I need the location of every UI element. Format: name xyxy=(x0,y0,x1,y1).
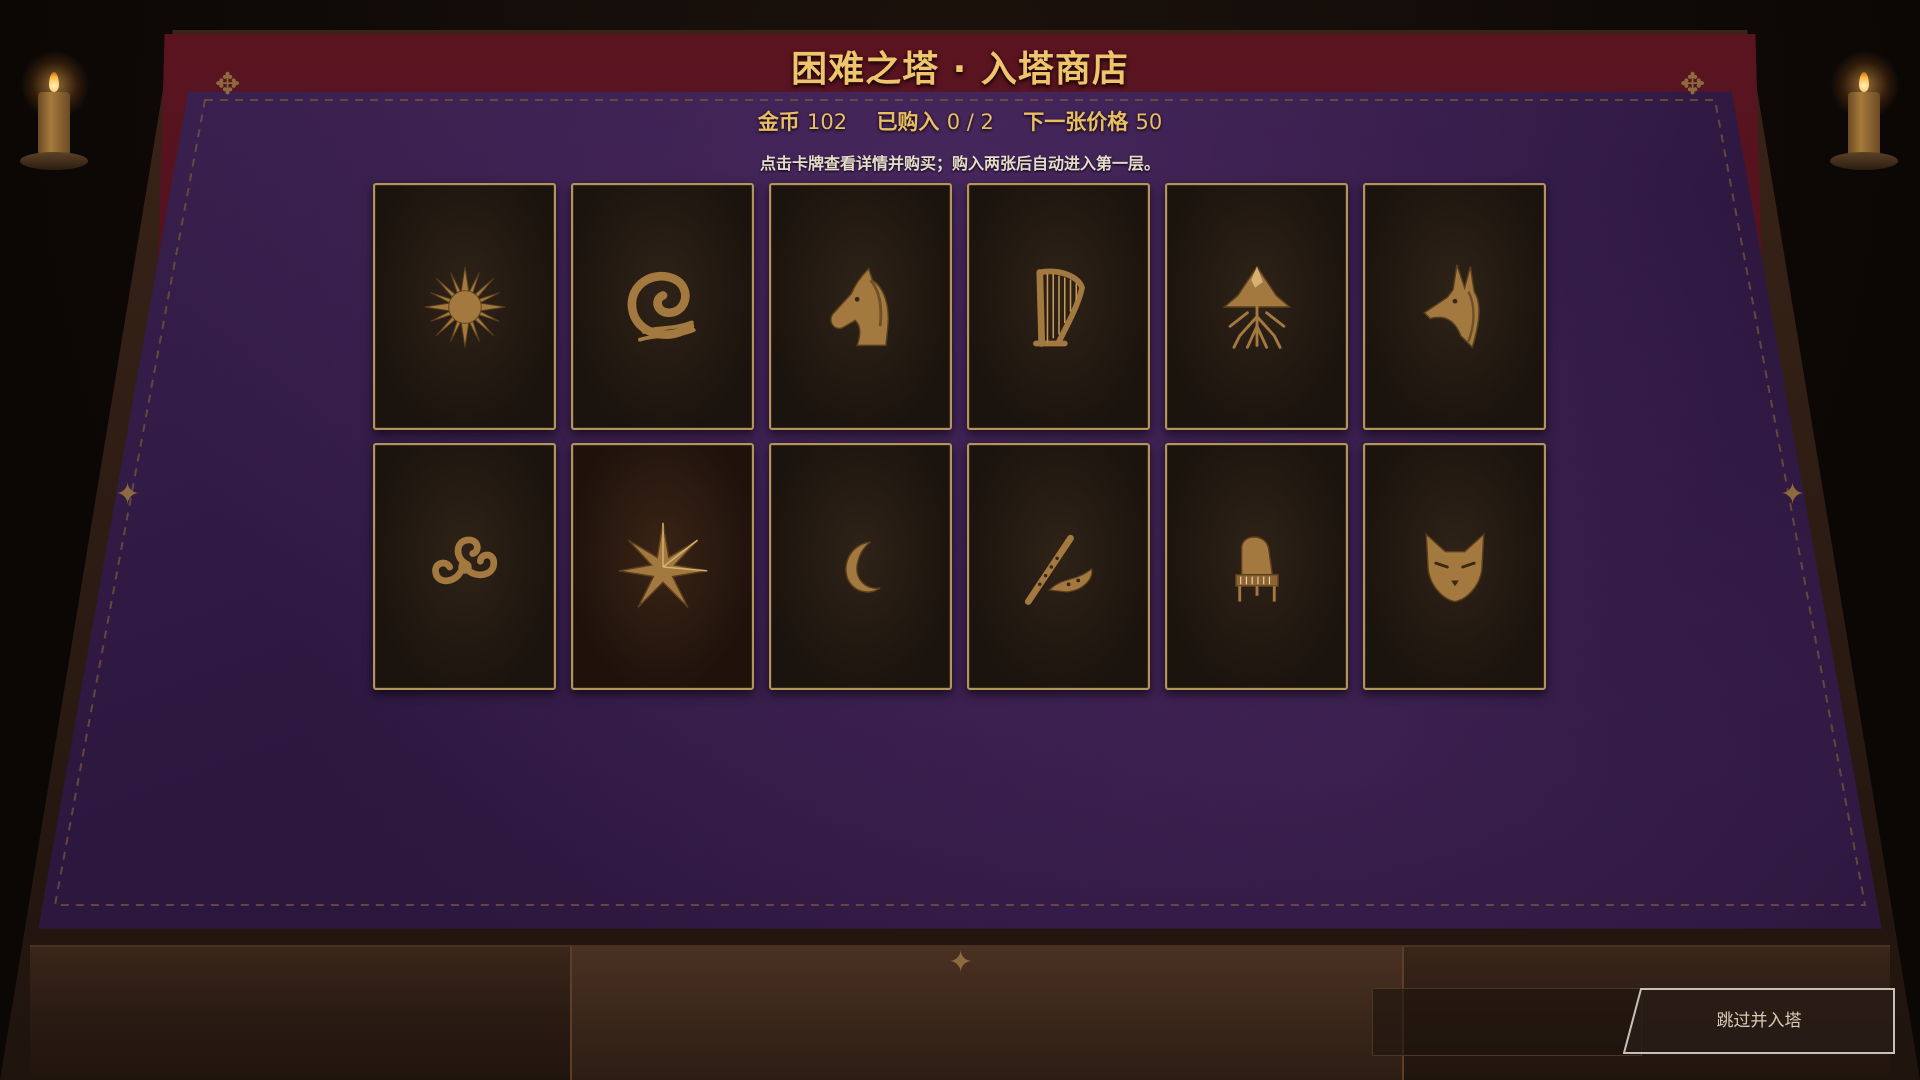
wave-icon xyxy=(627,271,696,342)
page-title: 困难之塔 · 入塔商店 xyxy=(791,49,1129,90)
crescent-moon-icon xyxy=(844,540,881,593)
shop-card[interactable] xyxy=(967,443,1150,690)
cat-head-icon xyxy=(1424,532,1485,602)
bought-stat: 已购入 0 / 2 xyxy=(876,110,1001,134)
shop-hint: 点击卡牌查看详情并购买；购入两张后自动进入第一层。 xyxy=(759,154,1160,173)
shop-card[interactable] xyxy=(571,443,754,690)
sun-icon xyxy=(424,266,505,347)
bought-value: 0 / 2 xyxy=(946,110,994,134)
shop-card[interactable] xyxy=(769,183,952,430)
shop-card[interactable] xyxy=(1165,183,1348,430)
shop-card[interactable] xyxy=(571,183,754,430)
shop-card[interactable] xyxy=(1363,183,1546,430)
ledge-fold xyxy=(570,947,1404,1080)
skip-and-enter-button[interactable]: 跳过并入塔 xyxy=(1623,988,1895,1054)
shop-card[interactable] xyxy=(967,183,1150,430)
shop-card[interactable] xyxy=(769,443,952,690)
next-price-value: 50 xyxy=(1135,110,1163,134)
skip-button-label: 跳过并入塔 xyxy=(1716,1011,1802,1031)
horse-head-icon xyxy=(829,266,889,346)
harp-icon xyxy=(1032,268,1085,347)
shop-stats: 金币 102 已购入 0 / 2 下一张价格 50 xyxy=(0,106,1920,136)
triple-spiral-icon xyxy=(431,536,497,584)
next-price-stat: 下一张价格 50 xyxy=(1023,110,1162,134)
star-icon xyxy=(618,522,707,608)
shop-card[interactable] xyxy=(1165,443,1348,690)
gold-value: 102 xyxy=(807,110,848,134)
shop-scene: ✥ ✥ ✦ ✦ ✦ 困难之塔 · 入塔商店 金币 102 已购入 0 / 2 下… xyxy=(0,0,1920,1080)
jackal-head-icon xyxy=(1422,264,1480,349)
gold-stat: 金币 102 xyxy=(758,110,855,134)
gold-label: 金币 xyxy=(757,110,800,134)
shop-card[interactable] xyxy=(373,443,556,690)
shop-card[interactable] xyxy=(373,183,556,430)
ledge-ornament-icon: ✦ xyxy=(948,945,974,980)
next-price-label: 下一张价格 xyxy=(1023,110,1129,134)
grand-piano-icon xyxy=(1234,535,1279,602)
shop-card[interactable] xyxy=(1363,443,1546,690)
card-grid xyxy=(373,183,1547,690)
side-ornament-icon: ✦ xyxy=(115,477,141,512)
flute-icon xyxy=(1024,534,1092,605)
side-ornament-icon: ✦ xyxy=(1780,477,1806,512)
skip-button-backplate xyxy=(1372,988,1642,1056)
bought-label: 已购入 xyxy=(876,110,940,134)
mountain-roots-icon xyxy=(1221,264,1292,349)
shop-header: 困难之塔 · 入塔商店 金币 102 已购入 0 / 2 下一张价格 50 点击… xyxy=(0,40,1920,174)
